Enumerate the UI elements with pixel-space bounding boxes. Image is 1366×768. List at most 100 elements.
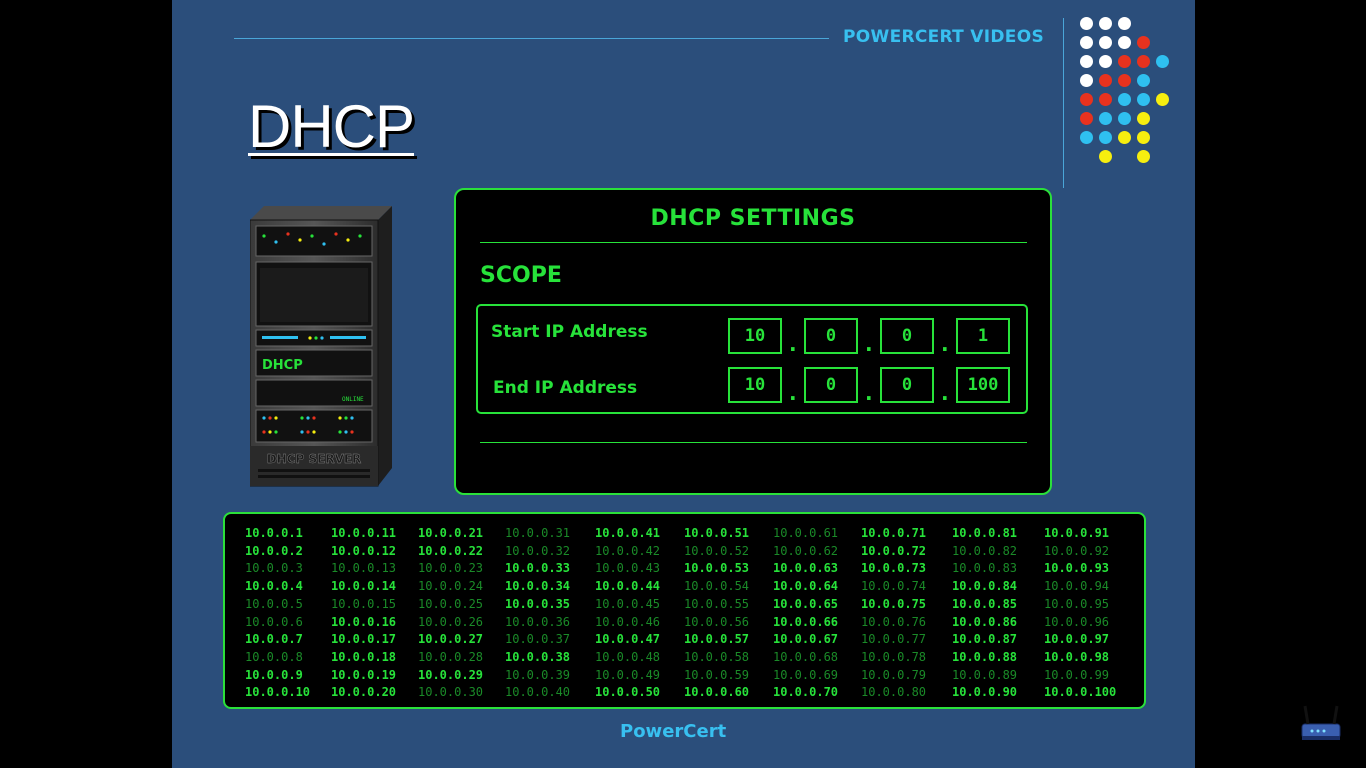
start-ip-octet-2[interactable]: 0 bbox=[804, 318, 858, 354]
footer-brand: PowerCert bbox=[620, 721, 727, 742]
header-divider bbox=[234, 38, 829, 39]
pool-ip-address: 10.0.0.81 bbox=[952, 526, 1018, 540]
rack-led bbox=[346, 238, 350, 242]
logo-dot bbox=[1080, 93, 1093, 106]
rack-led bbox=[306, 416, 310, 420]
logo-dot bbox=[1099, 93, 1112, 106]
start-ip-dot: . bbox=[789, 332, 797, 356]
pool-ip-address: 10.0.0.54 bbox=[684, 579, 750, 594]
pool-ip-address: 10.0.0.82 bbox=[952, 543, 1018, 558]
pool-ip-address: 10.0.0.65 bbox=[773, 596, 839, 611]
pool-ip-address: 10.0.0.31 bbox=[505, 526, 571, 540]
scope-label: SCOPE bbox=[480, 263, 562, 288]
rack-led bbox=[262, 430, 266, 434]
pool-ip-address: 10.0.0.28 bbox=[418, 649, 484, 664]
pool-ip-address: 10.0.0.99 bbox=[1044, 667, 1110, 682]
pool-ip-address: 10.0.0.78 bbox=[861, 649, 927, 664]
rack-led bbox=[268, 416, 272, 420]
pool-ip-address: 10.0.0.98 bbox=[1044, 649, 1110, 664]
end-ip-octet-3[interactable]: 0 bbox=[880, 367, 934, 403]
logo-dot bbox=[1118, 55, 1131, 68]
dhcp-settings-panel: DHCP SETTINGS SCOPE Start IP Address End… bbox=[454, 188, 1052, 495]
pool-ip-address: 10.0.0.33 bbox=[505, 561, 571, 576]
pool-ip-address: 10.0.0.87 bbox=[952, 632, 1018, 647]
pool-ip-address: 10.0.0.49 bbox=[595, 667, 661, 682]
pool-ip-address: 10.0.0.59 bbox=[684, 667, 750, 682]
server-rack-icon: DHCP ONLINE DHCP SERVER bbox=[250, 206, 392, 487]
logo-dot bbox=[1156, 55, 1169, 68]
pool-ip-address: 10.0.0.22 bbox=[418, 543, 484, 558]
pool-ip-address: 10.0.0.40 bbox=[505, 685, 571, 700]
rack-led bbox=[312, 430, 316, 434]
pool-ip-address: 10.0.0.72 bbox=[861, 543, 927, 558]
pool-ip-address: 10.0.0.70 bbox=[773, 685, 839, 700]
pool-ip-address: 10.0.0.62 bbox=[773, 543, 839, 558]
logo-divider bbox=[1063, 18, 1064, 188]
pool-ip-address: 10.0.0.67 bbox=[773, 632, 839, 647]
start-ip-octet-1[interactable]: 10 bbox=[728, 318, 782, 354]
end-ip-octet-4[interactable]: 100 bbox=[956, 367, 1010, 403]
rack-led bbox=[312, 416, 316, 420]
pool-ip-address: 10.0.0.36 bbox=[505, 614, 571, 629]
logo-dot bbox=[1137, 36, 1150, 49]
pool-ip-address: 10.0.0.5 bbox=[245, 596, 303, 611]
rack-led bbox=[306, 430, 310, 434]
settings-divider-top bbox=[480, 242, 1027, 243]
logo-dot bbox=[1099, 17, 1112, 30]
pool-ip-address: 10.0.0.7 bbox=[245, 632, 303, 647]
pool-ip-address: 10.0.0.25 bbox=[418, 596, 484, 611]
pool-ip-address: 10.0.0.56 bbox=[684, 614, 750, 629]
logo-dot bbox=[1099, 36, 1112, 49]
pool-ip-address: 10.0.0.63 bbox=[773, 561, 839, 576]
logo-dot bbox=[1118, 93, 1131, 106]
slide: POWERCERT VIDEOS DHCP DHCP ONLINE DHCP S… bbox=[172, 0, 1195, 768]
rack-led bbox=[350, 430, 354, 434]
pool-ip-address: 10.0.0.53 bbox=[684, 561, 750, 576]
pool-ip-address: 10.0.0.10 bbox=[245, 685, 311, 700]
pool-ip-address: 10.0.0.34 bbox=[505, 579, 571, 594]
pool-ip-address: 10.0.0.50 bbox=[595, 685, 661, 700]
pool-ip-address: 10.0.0.3 bbox=[245, 561, 303, 576]
pool-ip-address: 10.0.0.71 bbox=[861, 526, 927, 540]
start-ip-label: Start IP Address bbox=[491, 322, 648, 342]
pool-ip-address: 10.0.0.97 bbox=[1044, 632, 1110, 647]
pool-ip-address: 10.0.0.11 bbox=[331, 526, 397, 540]
logo-dot bbox=[1137, 131, 1150, 144]
pool-ip-address: 10.0.0.88 bbox=[952, 649, 1018, 664]
dot-grid-logo-icon bbox=[1080, 17, 1180, 167]
logo-dot bbox=[1118, 36, 1131, 49]
end-ip-octet-2[interactable]: 0 bbox=[804, 367, 858, 403]
pool-ip-address: 10.0.0.26 bbox=[418, 614, 484, 629]
start-ip-octet-3[interactable]: 0 bbox=[880, 318, 934, 354]
pool-ip-address: 10.0.0.8 bbox=[245, 649, 303, 664]
rack-led bbox=[274, 240, 278, 244]
pool-ip-address: 10.0.0.86 bbox=[952, 614, 1018, 629]
rack-led bbox=[308, 336, 312, 340]
logo-dot bbox=[1137, 150, 1150, 163]
rack-led bbox=[322, 242, 326, 246]
rack-led bbox=[300, 416, 304, 420]
rack-led bbox=[298, 238, 302, 242]
logo-dot bbox=[1099, 112, 1112, 125]
rack-led bbox=[314, 336, 318, 340]
pool-ip-address: 10.0.0.20 bbox=[331, 685, 397, 700]
pool-ip-address: 10.0.0.30 bbox=[418, 685, 484, 700]
pool-ip-address: 10.0.0.38 bbox=[505, 649, 571, 664]
pool-ip-address: 10.0.0.17 bbox=[331, 632, 397, 647]
pool-ip-address: 10.0.0.79 bbox=[861, 667, 927, 682]
pool-ip-address: 10.0.0.83 bbox=[952, 561, 1018, 576]
logo-dot bbox=[1118, 112, 1131, 125]
channel-title: POWERCERT VIDEOS bbox=[843, 27, 1044, 47]
pool-ip-address: 10.0.0.32 bbox=[505, 543, 571, 558]
pool-ip-address: 10.0.0.52 bbox=[684, 543, 750, 558]
end-ip-octet-1[interactable]: 10 bbox=[728, 367, 782, 403]
rack-led bbox=[274, 416, 278, 420]
pool-ip-address: 10.0.0.64 bbox=[773, 579, 839, 594]
rack-label: DHCP SERVER bbox=[267, 452, 362, 466]
pool-ip-address: 10.0.0.68 bbox=[773, 649, 839, 664]
pool-ip-address: 10.0.0.94 bbox=[1044, 579, 1110, 594]
ip-address-pool: 10.0.0.1 10.0.0.2 10.0.0.3 10.0.0.4 10.0.0.5… bbox=[223, 512, 1146, 709]
logo-dot bbox=[1118, 131, 1131, 144]
start-ip-octet-4[interactable]: 1 bbox=[956, 318, 1010, 354]
end-ip-dot: . bbox=[789, 381, 797, 405]
